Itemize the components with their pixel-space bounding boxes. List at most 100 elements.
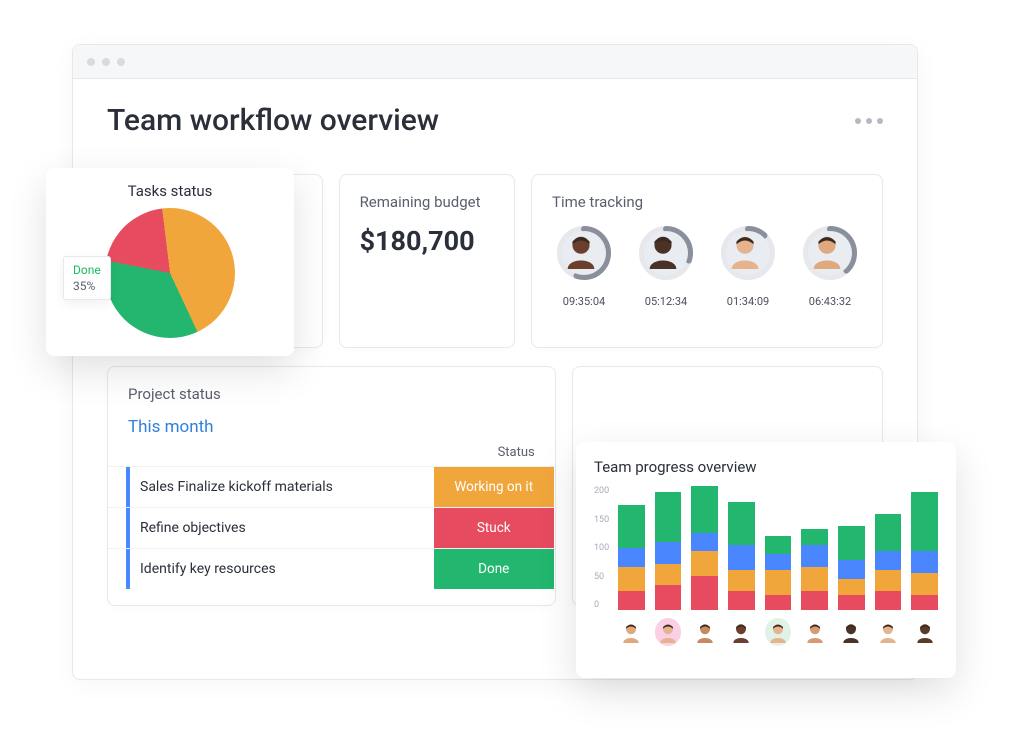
- bar-segment: [875, 551, 902, 570]
- team-member-avatar[interactable]: [618, 618, 645, 646]
- team-member-avatar[interactable]: [801, 618, 828, 646]
- bar-segment: [765, 554, 792, 570]
- status-badge[interactable]: Stuck: [434, 508, 554, 548]
- task-name: Sales Finalize kickoff materials: [140, 467, 433, 507]
- avatar: [726, 231, 770, 275]
- avatar: [644, 231, 688, 275]
- progress-bar[interactable]: [618, 505, 645, 610]
- tasks-status-title: Tasks status: [62, 182, 278, 200]
- time-value: 09:35:04: [563, 295, 605, 308]
- bar-segment: [801, 567, 828, 592]
- project-status-title: Project status: [108, 385, 555, 403]
- team-member-avatar[interactable]: [911, 618, 938, 646]
- progress-bar[interactable]: [765, 536, 792, 610]
- bar-segment: [801, 529, 828, 545]
- team-member-avatar[interactable]: [838, 618, 865, 646]
- progress-bar[interactable]: [875, 514, 902, 610]
- bar-segment: [875, 514, 902, 551]
- bar-segment: [618, 548, 645, 567]
- budget-title: Remaining budget: [360, 193, 494, 211]
- pie-tooltip-value: 35%: [73, 278, 101, 294]
- progress-bar[interactable]: [655, 492, 682, 610]
- progress-bar[interactable]: [691, 486, 718, 610]
- team-member-avatar[interactable]: [728, 618, 755, 646]
- status-column-header: Status: [498, 445, 535, 460]
- team-progress-title: Team progress overview: [594, 458, 938, 476]
- project-status-period[interactable]: This month: [108, 417, 555, 437]
- bar-segment: [911, 492, 938, 551]
- bar-segment: [618, 567, 645, 592]
- time-tracking-card: Time tracking 09:35:04: [531, 174, 883, 348]
- remaining-budget-card: Remaining budget $180,700: [339, 174, 515, 348]
- team-member-avatar[interactable]: [765, 618, 792, 646]
- bar-segment: [691, 576, 718, 610]
- project-task-row[interactable]: Identify key resources Done: [108, 548, 555, 589]
- browser-chrome: [73, 45, 917, 79]
- avatar-progress-ring: [720, 225, 776, 281]
- project-status-card: Project status This month Status Sales F…: [107, 366, 556, 606]
- time-tracking-member[interactable]: 05:12:34: [634, 225, 698, 308]
- page-title: Team workflow overview: [107, 103, 439, 138]
- team-member-avatar[interactable]: [655, 618, 682, 646]
- window-dot: [87, 58, 95, 66]
- pie-tooltip: Done 35%: [63, 256, 111, 300]
- bar-segment: [875, 591, 902, 610]
- pie-tooltip-label: Done: [73, 262, 101, 278]
- bar-segment: [655, 564, 682, 586]
- avatar: [808, 231, 852, 275]
- bar-segment: [911, 551, 938, 573]
- bar-segment: [765, 536, 792, 555]
- time-value: 01:34:09: [727, 295, 769, 308]
- bar-segment: [618, 505, 645, 548]
- avatar-progress-ring: [556, 225, 612, 281]
- avatar-progress-ring: [638, 225, 694, 281]
- bar-segment: [838, 579, 865, 595]
- tasks-status-card: Tasks status Done 35%: [46, 168, 294, 356]
- window-dot: [102, 58, 110, 66]
- bar-segment: [691, 551, 718, 576]
- project-task-row[interactable]: Sales Finalize kickoff materials Working…: [108, 466, 555, 507]
- more-menu-button[interactable]: [855, 118, 883, 124]
- task-name: Refine objectives: [140, 508, 433, 548]
- task-name: Identify key resources: [140, 549, 433, 589]
- bar-segment: [765, 570, 792, 595]
- budget-value: $180,700: [360, 225, 494, 257]
- window-dot: [117, 58, 125, 66]
- time-tracking-member[interactable]: 01:34:09: [716, 225, 780, 308]
- progress-bar[interactable]: [911, 492, 938, 610]
- time-tracking-title: Time tracking: [552, 193, 862, 211]
- time-value: 05:12:34: [645, 295, 687, 308]
- bar-segment: [838, 526, 865, 560]
- team-member-avatar[interactable]: [875, 618, 902, 646]
- bar-segment: [838, 595, 865, 611]
- project-task-row[interactable]: Refine objectives Stuck: [108, 507, 555, 548]
- time-tracking-member[interactable]: 06:43:32: [798, 225, 862, 308]
- time-tracking-member[interactable]: 09:35:04: [552, 225, 616, 308]
- avatar-progress-ring: [802, 225, 858, 281]
- progress-bar[interactable]: [838, 526, 865, 610]
- bar-segment: [691, 533, 718, 552]
- time-value: 06:43:32: [809, 295, 851, 308]
- progress-bar[interactable]: [801, 529, 828, 610]
- bar-segment: [765, 595, 792, 611]
- bar-segment: [655, 585, 682, 610]
- bar-segment: [801, 545, 828, 567]
- bar-segment: [801, 591, 828, 610]
- progress-bar[interactable]: [728, 502, 755, 610]
- bar-segment: [655, 492, 682, 542]
- status-badge[interactable]: Done: [434, 549, 554, 589]
- bar-segment: [911, 595, 938, 611]
- tasks-status-pie: Done 35%: [105, 208, 235, 338]
- status-badge[interactable]: Working on it: [434, 467, 554, 507]
- bar-segment: [618, 591, 645, 610]
- bar-segment: [691, 486, 718, 533]
- team-progress-card: Team progress overview 200150100500: [576, 442, 956, 678]
- team-member-avatar[interactable]: [691, 618, 718, 646]
- bar-segment: [728, 591, 755, 610]
- avatar: [562, 231, 606, 275]
- bar-segment: [728, 545, 755, 570]
- bar-segment: [728, 570, 755, 592]
- bar-segment: [875, 570, 902, 592]
- bar-segment: [655, 542, 682, 564]
- bar-segment: [838, 560, 865, 579]
